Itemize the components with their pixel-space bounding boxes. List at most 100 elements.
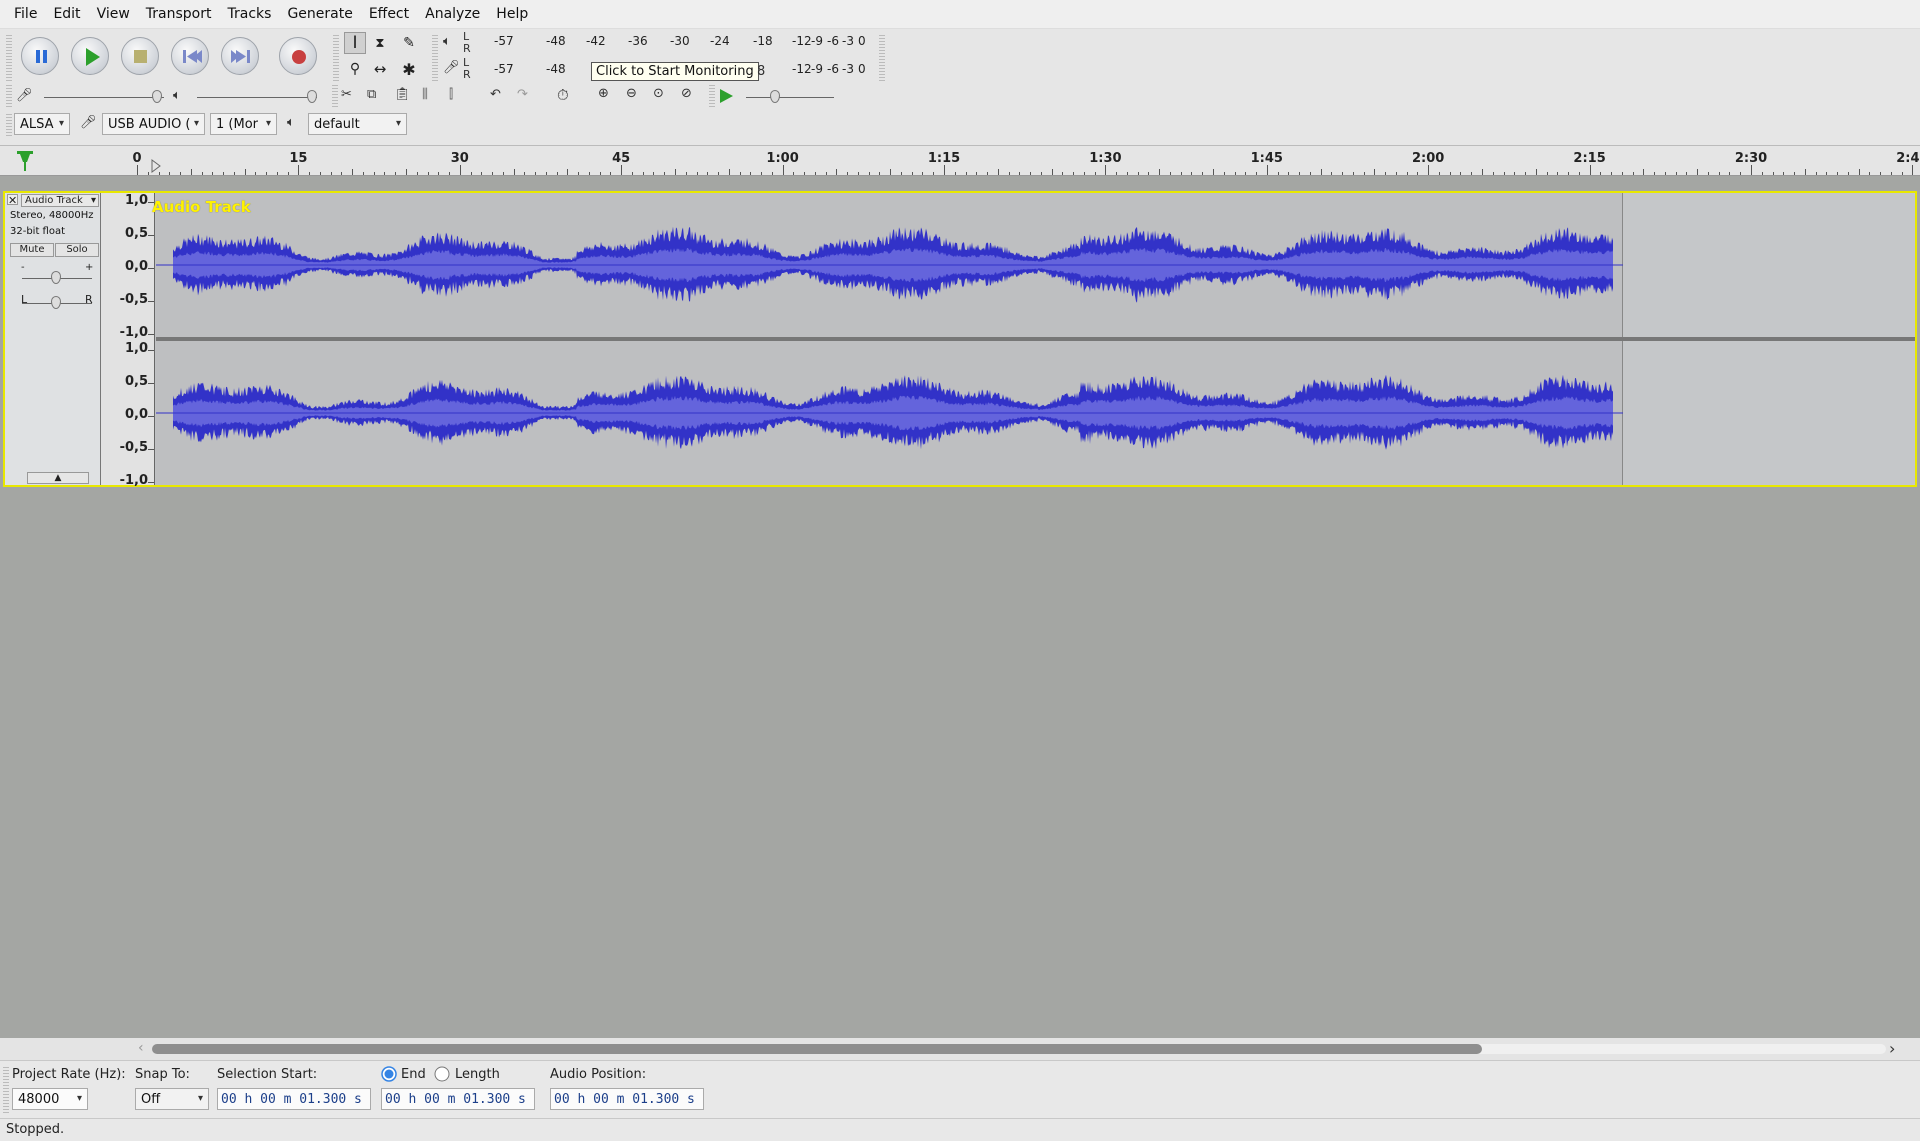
undo-icon[interactable]: ↶	[490, 87, 501, 102]
menu-view[interactable]: View	[89, 6, 138, 22]
close-track-icon[interactable]: ✕	[7, 194, 18, 206]
menu-effect[interactable]: Effect	[361, 6, 417, 22]
toolbar-grip[interactable]	[709, 85, 715, 107]
multi-tool[interactable]: ✱	[398, 58, 420, 80]
playhead-marker[interactable]	[150, 158, 162, 174]
toolbar-grip[interactable]	[432, 33, 438, 81]
ruler-tick	[1051, 169, 1053, 175]
playback-meter-tick: -57	[494, 34, 514, 48]
ruler-tick	[395, 172, 397, 175]
mute-button[interactable]: Mute	[10, 243, 54, 257]
record-meter-tick: -6	[827, 62, 839, 76]
input-channels-dropdown[interactable]: 1 (Mor ▾	[210, 113, 277, 135]
skip-to-start-button[interactable]	[171, 37, 209, 75]
draw-tool[interactable]: ✎	[398, 32, 420, 54]
skip-to-end-button[interactable]	[221, 37, 259, 75]
audio-host-dropdown[interactable]: ALSA ▾	[14, 113, 70, 135]
menu-generate[interactable]: Generate	[279, 6, 360, 22]
audio-track[interactable]: ✕ Audio Track ▾ Stereo, 48000Hz 32-bit fl…	[3, 191, 1917, 488]
fit-project-icon[interactable]: ⊘	[681, 86, 692, 101]
end-label: End	[401, 1067, 426, 1082]
ruler-tick	[987, 172, 989, 175]
zoom-tool[interactable]: ⚲	[344, 58, 366, 80]
ruler-tick	[718, 172, 720, 175]
gain-slider[interactable]	[22, 270, 92, 284]
timeshift-tool[interactable]: ↔	[369, 58, 391, 80]
record-meter-tick: -12	[792, 62, 812, 76]
ruler-tick	[1826, 172, 1828, 175]
timeline-ruler[interactable]: 0 15 30 45 1:00 1:15 1:30 1:45 2:00 2:15 2:30 2:45	[0, 146, 1920, 176]
copy-icon[interactable]: ⧉	[367, 87, 376, 102]
ruler-tick	[642, 172, 644, 175]
audio-position-time[interactable]: 00 h 00 m 01.300 s	[550, 1088, 704, 1110]
play-at-speed-slider[interactable]	[746, 89, 834, 103]
toolbar-grip[interactable]	[6, 112, 12, 136]
toolbar-grip[interactable]	[332, 85, 338, 107]
record-button[interactable]	[279, 37, 317, 75]
ruler-label: 1:00	[766, 151, 799, 166]
menu-file[interactable]: File	[6, 6, 45, 22]
track-panel[interactable]: ✕ Audio Track ▾ Stereo, 48000Hz 32-bit fl…	[0, 176, 1920, 1038]
ruler-tick	[728, 169, 730, 175]
solo-button[interactable]: Solo	[55, 243, 99, 257]
record-meter-tick: -3	[842, 62, 854, 76]
amplitude-tick	[148, 350, 154, 351]
end-radio[interactable]	[381, 1066, 397, 1082]
stop-button[interactable]	[121, 37, 159, 75]
vertical-ruler[interactable]: 1,0 0,5 0,0 -0,5 -1,0 1,0 0,5 0,0 -0,5 -1,0	[101, 193, 155, 488]
ruler-tick	[1761, 172, 1763, 175]
trim-icon[interactable]: ⫼	[422, 87, 428, 102]
track-menu-button[interactable]: Audio Track ▾	[21, 194, 99, 207]
waveform-area[interactable]: Audio Track	[152, 193, 1915, 485]
toolbar-grip[interactable]	[3, 1065, 9, 1113]
ruler-tick	[1202, 172, 1204, 175]
amplitude-tick	[148, 268, 154, 269]
snap-to-dropdown[interactable]: Off ▾	[135, 1088, 209, 1110]
silence-icon[interactable]: ⫿	[449, 87, 453, 102]
amplitude-label: -1,0	[119, 325, 148, 340]
menu-tracks[interactable]: Tracks	[220, 6, 280, 22]
sync-lock-icon[interactable]: ⏱	[557, 86, 569, 104]
ruler-tick	[492, 172, 494, 175]
record-meter-tick: -48	[546, 62, 566, 76]
scrollbar-thumb[interactable]	[152, 1044, 1482, 1054]
selection-start-time[interactable]: 00 h 00 m 01.300 s	[217, 1088, 371, 1110]
ruler-tick	[653, 172, 655, 175]
zoom-out-icon[interactable]: ⊖	[626, 86, 637, 101]
paste-icon[interactable]: 📋︎	[394, 87, 411, 102]
toolbar-grip[interactable]	[879, 33, 885, 81]
playback-volume-slider[interactable]	[197, 89, 317, 103]
menu-help[interactable]: Help	[488, 6, 536, 22]
horizontal-scrollbar[interactable]: ‹ ›	[0, 1038, 1920, 1060]
zoom-in-icon[interactable]: ⊕	[598, 86, 609, 101]
scroll-left-icon[interactable]: ‹	[138, 1040, 144, 1056]
cut-icon[interactable]: ✂	[341, 87, 352, 102]
pin-icon[interactable]	[16, 150, 34, 172]
play-button[interactable]	[71, 37, 109, 75]
output-device-dropdown[interactable]: default ▾	[308, 113, 407, 135]
microphone-icon: 🎤︎	[443, 60, 460, 75]
project-rate-dropdown[interactable]: 48000 ▾	[12, 1088, 88, 1110]
pause-button[interactable]	[21, 37, 59, 75]
toolbar-grip[interactable]	[6, 33, 12, 81]
menu-analyze[interactable]: Analyze	[417, 6, 488, 22]
toolbar-grip[interactable]	[333, 33, 339, 81]
menu-edit[interactable]: Edit	[45, 6, 88, 22]
length-radio[interactable]	[434, 1066, 450, 1082]
record-volume-slider[interactable]	[44, 89, 164, 103]
fit-selection-icon[interactable]: ⊙	[653, 86, 664, 101]
input-device-dropdown[interactable]: USB AUDIO (▾	[102, 113, 205, 135]
playback-meter[interactable]: -57 -48 -42 -36 -30 -24 -18 -12 -9 -6 -3 0	[478, 34, 878, 50]
redo-icon[interactable]: ↷	[517, 87, 528, 102]
collapse-track-button[interactable]: ▲	[27, 472, 89, 484]
menu-transport[interactable]: Transport	[138, 6, 220, 22]
pan-slider[interactable]	[22, 295, 92, 309]
ruler-label: 15	[289, 151, 308, 166]
selection-tool[interactable]: I	[344, 32, 366, 54]
envelope-tool[interactable]: ⧗	[369, 32, 391, 54]
scroll-right-icon[interactable]: ›	[1889, 1039, 1895, 1058]
toolbar-grip[interactable]	[6, 85, 12, 107]
ruler-tick	[513, 169, 515, 175]
selection-end-time[interactable]: 00 h 00 m 01.300 s	[381, 1088, 535, 1110]
play-at-speed-icon[interactable]	[718, 87, 734, 105]
